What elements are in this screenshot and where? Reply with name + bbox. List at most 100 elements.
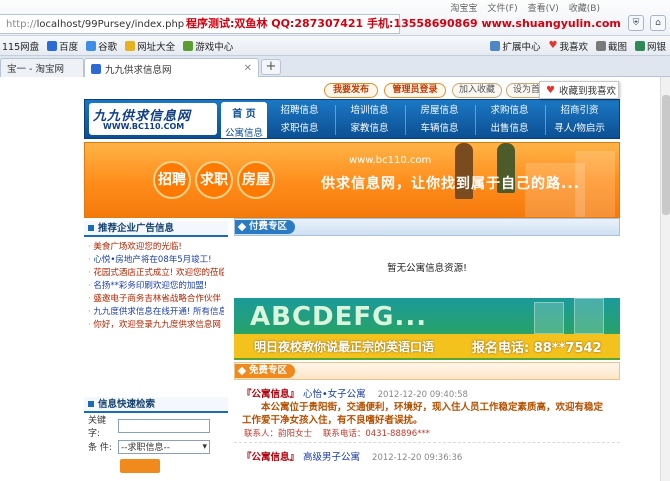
keyword-input[interactable] <box>118 418 210 433</box>
shield-icon[interactable]: ⛨ <box>628 15 644 31</box>
site-logo[interactable]: 九九供求信息网 WWW.BC110.COM <box>89 103 217 135</box>
nav-investment[interactable]: 招商引资 <box>551 103 608 119</box>
listing-category: 『公寓信息』 <box>242 452 300 463</box>
bookmarks-bar: 115网盘 百度 谷歌 网址大全 游戏中心 扩展中心 ♥ 我喜欢 截图 网银 <box>0 36 670 56</box>
contact-phone: 0431-88896*** <box>365 429 430 439</box>
contact-name: 韵阳女士 <box>278 429 313 439</box>
tab-label: 宝一 - 淘宝网 <box>7 64 64 75</box>
main-nav: 招聘信息 培训信息 房屋信息 求购信息 招商引资 求职信息 家教信息 车辆信息 … <box>271 103 617 137</box>
ads-heading: 推荐企业广告信息 <box>84 221 228 237</box>
extension-center[interactable]: 扩展中心 <box>490 39 540 53</box>
bookmark-label: 115网盘 <box>2 41 40 53</box>
site-header: 九九供求信息网 WWW.BC110.COM 首 页 公寓信息 招聘信息 培训信息… <box>84 99 620 139</box>
listing-description: 本公寓位于贵阳街，交通便利，环境好，现入住人员工作稳定素质高，欢迎有稳定工作爱干… <box>242 402 604 426</box>
nav-housing[interactable]: 房屋信息 <box>411 103 468 119</box>
listing-item: 『公寓信息』 心怡•女子公寓 2012-12-20 09:40:58 本公寓位于… <box>234 380 620 443</box>
admin-login-button[interactable]: 管理员登录 <box>384 83 446 98</box>
favorite-popup-label: 收藏到我喜欢 <box>558 86 616 97</box>
test-banner-text: 程序测试:双鱼林 QQ:287307421 手机:13558690869 www… <box>186 17 621 30</box>
bookmark-baidu[interactable]: 百度 <box>47 39 78 53</box>
tab-current[interactable]: 九九供求信息网 ✕ <box>84 58 259 78</box>
home-icon[interactable]: ⌂ <box>650 15 666 31</box>
hao-icon <box>125 40 136 51</box>
nav-divider <box>475 105 476 135</box>
paid-zone-header: 付费专区 <box>234 218 620 236</box>
bookmark-hao[interactable]: 网址大全 <box>125 39 175 53</box>
page-favicon <box>91 63 101 74</box>
heart-icon: ♥ <box>546 84 555 96</box>
top-status-taobao[interactable]: 淘宝宝 <box>450 1 477 14</box>
scissors-icon <box>595 40 606 51</box>
page-viewport: ♥ 收藏到我喜欢 我要发布 管理员登录 加入收藏 设为首页 九九供求信息网 WW… <box>0 77 670 481</box>
url-path: localhost/99Pursey/index.php <box>36 18 185 30</box>
search-button[interactable] <box>120 459 160 473</box>
bookmark-label: 扩展中心 <box>502 41 541 53</box>
nav-vehicle[interactable]: 车辆信息 <box>411 121 468 137</box>
tab-label: 九九供求信息网 <box>105 64 172 76</box>
nav-divider <box>405 105 406 135</box>
favorite-popup[interactable]: ♥ 收藏到我喜欢 <box>539 81 619 99</box>
ad-slogan: 明日夜校教你说最正宗的英语口语 <box>254 340 435 354</box>
ad-item[interactable]: 花园式酒店正式成立! 欢迎您的莅临 <box>88 267 224 280</box>
nav-apartment[interactable]: 公寓信息 <box>221 125 267 139</box>
building-shape <box>575 151 615 217</box>
ad-item[interactable]: 九九度供求信息在线开通! 所有信息 <box>88 306 224 319</box>
nav-training[interactable]: 培训信息 <box>341 103 398 119</box>
nav-home-tab[interactable]: 首 页 公寓信息 <box>221 102 267 139</box>
bookmark-115[interactable]: 115网盘 <box>2 39 39 53</box>
listing-time: 2012-12-20 09:36:36 <box>372 453 463 463</box>
hero-banner: 招聘 求职 房屋 www.bc110.com 供求信息网，让你找到属于自己的路.… <box>84 142 620 218</box>
nav-home[interactable]: 首 页 <box>221 105 267 120</box>
paid-zone-title: 付费专区 <box>235 220 296 234</box>
search-heading: 信息快速检索 <box>84 397 228 413</box>
english-school-ad[interactable]: ABCDEFG... 明日夜校教你说最正宗的英语口语 报名电话: 88**754… <box>234 298 620 360</box>
ads-list: 美食广场欢迎您的光临! 心悦•房地产将在08年5月竣工! 花园式酒店正式成立! … <box>84 237 228 332</box>
nav-jobseek[interactable]: 求职信息 <box>271 121 328 137</box>
nav-lostfound[interactable]: 寻人/物启示 <box>551 121 608 137</box>
phone-label: 联系电话： <box>322 429 366 439</box>
banner-url: www.bc110.com <box>349 155 432 166</box>
ad-headline: ABCDEFG... <box>250 302 428 332</box>
ad-item[interactable]: 美食广场欢迎您的光临! <box>88 241 224 254</box>
listing-title[interactable]: 心怡•女子公寓 <box>303 386 366 400</box>
chevron-down-icon: ▾ <box>202 441 207 452</box>
tab-strip: 宝一 - 淘宝网 九九供求信息网 ✕ + <box>0 56 670 78</box>
publish-button[interactable]: 我要发布 <box>324 83 378 98</box>
ad-item[interactable]: 名扬**彩务印刷欢迎您的加盟! <box>88 280 224 293</box>
listing-title[interactable]: 高级男子公寓 <box>303 449 360 463</box>
banner-slogan: 供求信息网，让你找到属于自己的路... <box>321 176 580 192</box>
condition-label: 条 件: <box>88 443 112 453</box>
bookmark-label: 网址大全 <box>137 41 176 53</box>
menu-file[interactable]: 文件(F) <box>487 1 517 14</box>
screenshot-tool[interactable]: 截图 <box>595 39 627 53</box>
new-tab-button[interactable]: + <box>261 59 281 75</box>
online-bank[interactable]: 网银 <box>634 39 666 53</box>
add-favorite-link[interactable]: 加入收藏 <box>452 83 502 98</box>
menu-favorites[interactable]: 收藏(B) <box>569 1 600 14</box>
close-tab-icon[interactable]: ✕ <box>244 63 252 74</box>
bookmark-games[interactable]: 游戏中心 <box>183 39 233 53</box>
ad-item[interactable]: 心悦•房地产将在08年5月竣工! <box>88 254 224 267</box>
my-likes[interactable]: ♥ 我喜欢 <box>548 39 587 53</box>
condition-select[interactable]: --求职信息-- ▾ <box>118 439 210 454</box>
menu-view[interactable]: 查看(V) <box>528 1 559 14</box>
bookmark-label: 百度 <box>59 41 79 53</box>
google-icon <box>86 40 97 51</box>
nav-recruit[interactable]: 招聘信息 <box>271 103 328 119</box>
building-shape <box>534 302 564 334</box>
nav-sale[interactable]: 出售信息 <box>481 121 538 137</box>
ad-item[interactable]: 你好，欢迎登录九九度供求信息网 <box>88 319 224 332</box>
vertical-scrollbar[interactable] <box>660 77 670 481</box>
listing-time: 2012-12-20 09:40:58 <box>377 390 468 400</box>
ad-item[interactable]: 盛邀电子商务吉林省战略合作伙伴 <box>88 293 224 306</box>
banner-circle-jobseek: 求职 <box>195 161 233 199</box>
nav-tutor[interactable]: 家教信息 <box>341 121 398 137</box>
logo-url: WWW.BC110.COM <box>103 122 185 131</box>
free-zone-title: 免费专区 <box>235 364 296 378</box>
scrollbar-thumb[interactable] <box>662 95 670 215</box>
tab-taobao[interactable]: 宝一 - 淘宝网 <box>0 58 84 77</box>
bookmark-google[interactable]: 谷歌 <box>86 39 117 53</box>
quick-search-box: 信息快速检索 关键字: 条 件: --求职信息-- ▾ <box>84 397 228 473</box>
nav-purchase[interactable]: 求购信息 <box>481 103 538 119</box>
banner-circle-recruit: 招聘 <box>153 161 191 199</box>
